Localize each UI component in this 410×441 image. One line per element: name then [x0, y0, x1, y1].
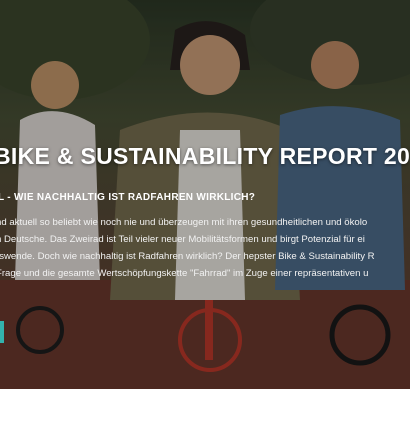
report-intro-paragraph: nd aktuell so beliebt wie noch nie und ü…: [0, 214, 410, 282]
page-content-area: [0, 389, 410, 441]
hero-banner: BIKE & SUSTAINABILITY REPORT 20 L - WIE …: [0, 0, 410, 389]
intro-line: n Deutsche. Das Zweirad ist Teil vieler …: [0, 234, 365, 245]
intro-line: Frage und die gesamte Wertschöpfungskett…: [0, 268, 369, 279]
report-title: BIKE & SUSTAINABILITY REPORT 20: [0, 143, 410, 169]
intro-line: nd aktuell so beliebt wie noch nie und ü…: [0, 217, 368, 228]
download-report-button[interactable]: [0, 321, 4, 343]
report-subtitle: L - WIE NACHHALTIG IST RADFAHREN WIRKLIC…: [0, 192, 256, 203]
intro-line: rswende. Doch wie nachhaltig ist Radfahr…: [0, 251, 375, 262]
